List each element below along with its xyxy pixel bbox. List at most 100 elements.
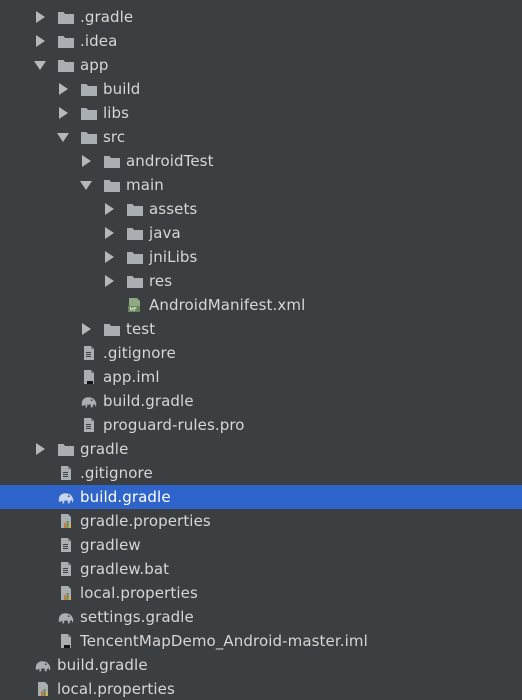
folder-icon — [80, 81, 98, 97]
text-file-icon — [80, 417, 98, 433]
tree-item-label: AndroidManifest.xml — [149, 296, 306, 314]
tree-file-item[interactable]: MF AndroidManifest.xml — [0, 293, 522, 317]
properties-file-icon — [57, 513, 75, 529]
tree-item-label: assets — [149, 200, 198, 218]
tree-item-label: gradlew.bat — [80, 560, 170, 578]
tree-item-label: app — [80, 56, 109, 74]
iml-file-icon — [80, 369, 98, 385]
tree-file-item[interactable]: .gitignore — [0, 461, 522, 485]
collapse-arrow-icon[interactable] — [102, 221, 116, 245]
tree-folder-item[interactable]: gradle — [0, 437, 522, 461]
tree-file-item[interactable]: build.gradle — [0, 653, 522, 677]
svg-text:MF: MF — [130, 307, 137, 313]
tree-item-label: gradle.properties — [80, 512, 211, 530]
collapse-arrow-icon[interactable] — [102, 245, 116, 269]
tree-file-item[interactable]: local.properties — [0, 581, 522, 605]
tree-item-label: gradle — [80, 440, 129, 458]
tree-file-item[interactable]: proguard-rules.pro — [0, 413, 522, 437]
collapse-arrow-icon[interactable] — [56, 101, 70, 125]
folder-icon — [103, 177, 121, 193]
collapse-arrow-icon[interactable] — [79, 317, 93, 341]
iml-file-icon — [57, 633, 75, 649]
collapse-arrow-icon[interactable] — [102, 197, 116, 221]
tree-folder-item[interactable]: libs — [0, 101, 522, 125]
tree-file-item[interactable]: build.gradle — [0, 389, 522, 413]
collapse-arrow-icon[interactable] — [56, 77, 70, 101]
folder-icon — [80, 105, 98, 121]
folder-icon — [126, 225, 144, 241]
folder-icon — [57, 9, 75, 25]
folder-icon — [103, 153, 121, 169]
expand-arrow-icon[interactable] — [56, 125, 70, 149]
tree-folder-item[interactable]: androidTest — [0, 149, 522, 173]
tree-file-item[interactable]: local.properties — [0, 677, 522, 700]
folder-icon — [126, 201, 144, 217]
tree-item-label: .gitignore — [80, 464, 153, 482]
collapse-arrow-icon[interactable] — [33, 5, 47, 29]
tree-folder-item[interactable]: app — [0, 53, 522, 77]
tree-folder-item[interactable]: jniLibs — [0, 245, 522, 269]
tree-file-item[interactable]: gradlew — [0, 533, 522, 557]
project-tree: .gradle .idea app build libs src androidTest ma… — [0, 0, 522, 700]
tree-item-label: src — [103, 128, 126, 146]
tree-item-label: proguard-rules.pro — [103, 416, 245, 434]
tree-folder-item[interactable]: res — [0, 269, 522, 293]
expand-arrow-icon[interactable] — [33, 53, 47, 77]
tree-folder-item[interactable]: test — [0, 317, 522, 341]
tree-item-label: test — [126, 320, 156, 338]
text-file-icon — [57, 537, 75, 553]
collapse-arrow-icon[interactable] — [102, 269, 116, 293]
tree-item-label: libs — [103, 104, 130, 122]
folder-icon — [57, 57, 75, 73]
gradle-elephant-icon — [57, 609, 75, 625]
tree-folder-item[interactable]: .idea — [0, 29, 522, 53]
tree-item-label: app.iml — [103, 368, 160, 386]
tree-file-item[interactable]: .gitignore — [0, 341, 522, 365]
tree-item-label: local.properties — [57, 680, 175, 698]
tree-folder-item[interactable]: java — [0, 221, 522, 245]
tree-folder-item[interactable]: .gradle — [0, 5, 522, 29]
tree-item-label: gradlew — [80, 536, 141, 554]
folder-icon — [126, 249, 144, 265]
tree-item-label: local.properties — [80, 584, 198, 602]
folder-icon — [103, 321, 121, 337]
collapse-arrow-icon[interactable] — [33, 437, 47, 461]
collapse-arrow-icon[interactable] — [79, 149, 93, 173]
tree-file-item[interactable]: build.gradle — [0, 485, 522, 509]
tree-item-label: TencentMapDemo_Android-master.iml — [80, 632, 368, 650]
properties-file-icon — [34, 681, 52, 697]
gradle-elephant-icon — [80, 393, 98, 409]
tree-item-label: build.gradle — [80, 488, 171, 506]
tree-item-label: build.gradle — [57, 656, 148, 674]
tree-item-label: .gradle — [80, 8, 134, 26]
tree-item-label: .gitignore — [103, 344, 176, 362]
tree-item-label: build — [103, 80, 141, 98]
tree-folder-item[interactable]: build — [0, 77, 522, 101]
tree-file-item[interactable]: app.iml — [0, 365, 522, 389]
tree-item-label: .idea — [80, 32, 118, 50]
tree-file-item[interactable]: gradlew.bat — [0, 557, 522, 581]
tree-item-label: jniLibs — [149, 248, 198, 266]
manifest-file-icon: MF — [126, 297, 144, 313]
folder-icon — [57, 441, 75, 457]
tree-item-label: java — [149, 224, 181, 242]
tree-item-label: res — [149, 272, 173, 290]
tree-folder-item[interactable]: src — [0, 125, 522, 149]
collapse-arrow-icon[interactable] — [33, 29, 47, 53]
tree-file-item[interactable]: settings.gradle — [0, 605, 522, 629]
properties-file-icon — [57, 585, 75, 601]
expand-arrow-icon[interactable] — [79, 173, 93, 197]
folder-icon — [80, 129, 98, 145]
tree-item-label: main — [126, 176, 164, 194]
tree-folder-item[interactable]: assets — [0, 197, 522, 221]
folder-icon — [126, 273, 144, 289]
gradle-elephant-icon — [34, 657, 52, 673]
tree-file-item[interactable]: TencentMapDemo_Android-master.iml — [0, 629, 522, 653]
tree-folder-item[interactable]: main — [0, 173, 522, 197]
tree-file-item[interactable]: gradle.properties — [0, 509, 522, 533]
tree-item-label: androidTest — [126, 152, 214, 170]
text-file-icon — [80, 345, 98, 361]
tree-item-label: build.gradle — [103, 392, 194, 410]
text-file-icon — [57, 561, 75, 577]
text-file-icon — [57, 465, 75, 481]
